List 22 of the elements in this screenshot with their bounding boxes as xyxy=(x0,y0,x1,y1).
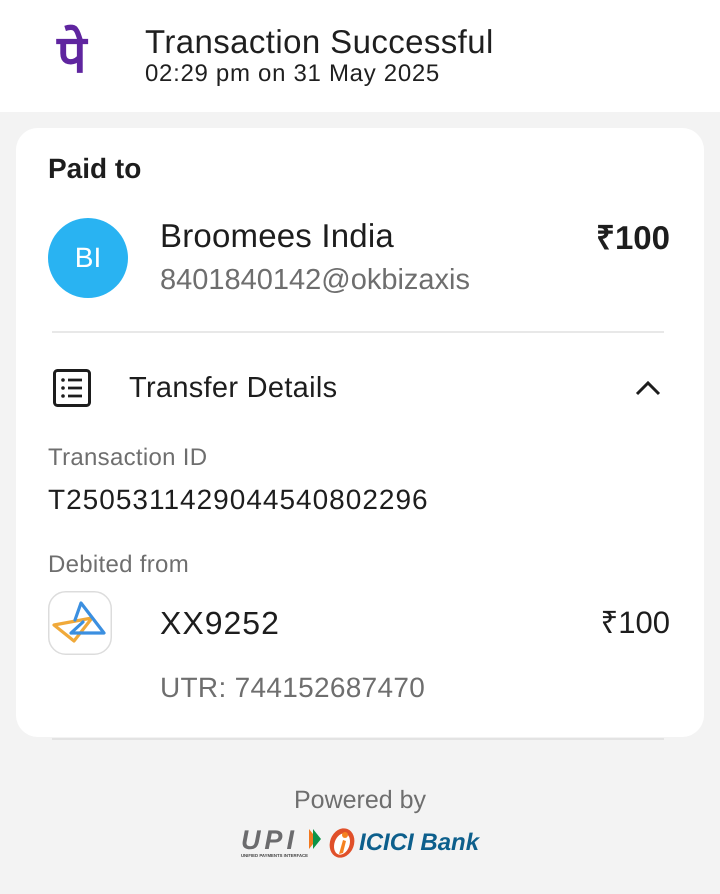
payee-name: Broomees India xyxy=(160,218,395,254)
field-value: T2505311429044540802296 xyxy=(48,484,430,516)
timestamp: 02:29 pm on 31 May 2025 xyxy=(145,60,441,88)
arrow-flag-icon xyxy=(309,829,322,849)
list-icon xyxy=(53,369,91,407)
amount: ₹100 xyxy=(600,604,670,642)
field-label: Debited from xyxy=(48,551,190,579)
account-number: XX9252 xyxy=(160,604,281,643)
amount: ₹100 xyxy=(596,218,670,258)
bank-logo-icon xyxy=(48,591,112,655)
app-logo: पे xyxy=(55,24,90,86)
upi-id: 8401840142@okbizaxis xyxy=(160,263,471,298)
section-heading: Paid to xyxy=(48,154,142,184)
emblem-icon xyxy=(327,826,358,860)
bank-wordmark: ICICI Bank xyxy=(359,829,480,857)
field-label: Transaction ID xyxy=(48,444,208,472)
section-title: Transfer Details xyxy=(129,371,338,405)
avatar: BI xyxy=(48,218,128,298)
powered-by-label: Powered by xyxy=(294,786,426,814)
status-title: Transaction Successful xyxy=(145,24,494,60)
utr-number: UTR: 744152687470 xyxy=(160,671,426,705)
upi-wordmark: UPI xyxy=(240,827,298,853)
